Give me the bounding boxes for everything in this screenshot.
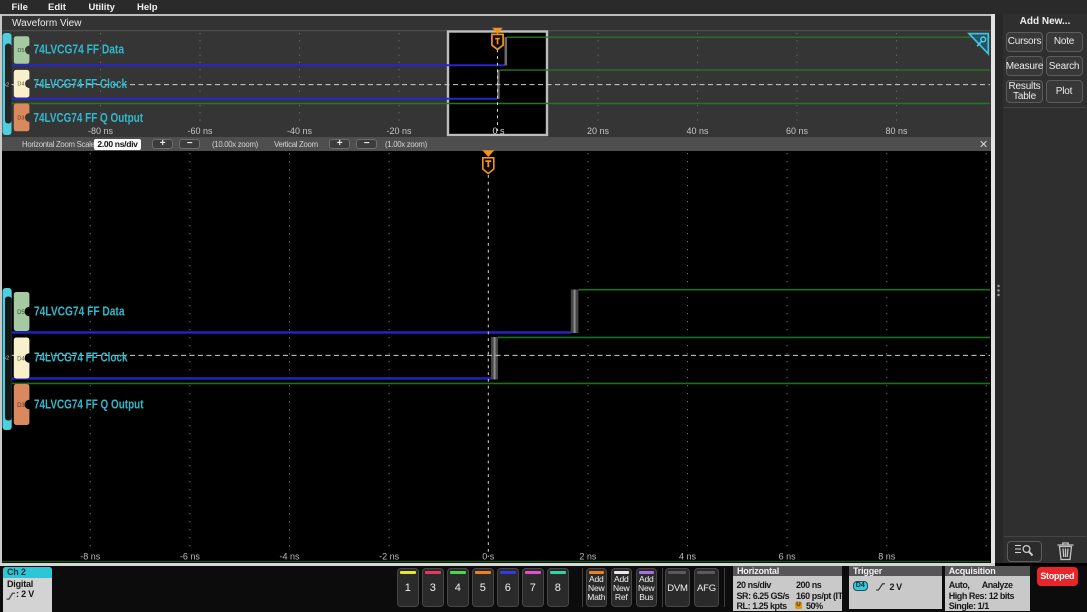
svg-text:74LVCG74 FF Q Output: 74LVCG74 FF Q Output bbox=[34, 110, 144, 125]
svg-text:‹2: ‹2 bbox=[4, 356, 9, 362]
svg-text:-2 ns: -2 ns bbox=[379, 552, 400, 562]
svg-text:20 ns: 20 ns bbox=[587, 126, 610, 136]
svg-text:60 ns: 60 ns bbox=[786, 126, 809, 136]
svg-text:-60 ns: -60 ns bbox=[187, 126, 213, 136]
svg-text:4 ns: 4 ns bbox=[679, 552, 697, 562]
svg-text:D4: D4 bbox=[17, 82, 24, 88]
svg-text:D5: D5 bbox=[17, 48, 24, 54]
svg-text:-6 ns: -6 ns bbox=[180, 552, 201, 562]
svg-text:D3: D3 bbox=[17, 403, 25, 409]
svg-text:80 ns: 80 ns bbox=[885, 126, 908, 136]
svg-text:40 ns: 40 ns bbox=[686, 126, 709, 136]
svg-text:6 ns: 6 ns bbox=[779, 552, 797, 562]
svg-text:-8 ns: -8 ns bbox=[80, 552, 101, 562]
svg-text:-80 ns: -80 ns bbox=[88, 126, 114, 136]
svg-text:2 ns: 2 ns bbox=[579, 552, 597, 562]
svg-text:74LVCG74 FF Data: 74LVCG74 FF Data bbox=[34, 304, 125, 319]
svg-text:74LVCG74 FF Q Output: 74LVCG74 FF Q Output bbox=[34, 397, 144, 412]
svg-text:8 ns: 8 ns bbox=[878, 552, 896, 562]
svg-text:D3: D3 bbox=[17, 116, 24, 122]
svg-text:D4: D4 bbox=[17, 356, 25, 362]
svg-text:-40 ns: -40 ns bbox=[287, 126, 313, 136]
svg-text:D5: D5 bbox=[17, 310, 25, 316]
svg-text:74LVCG74 FF Clock: 74LVCG74 FF Clock bbox=[34, 350, 128, 365]
svg-text:‹2: ‹2 bbox=[4, 83, 9, 89]
svg-text:74LVCG74 FF Clock: 74LVCG74 FF Clock bbox=[34, 76, 128, 91]
svg-text:0 s: 0 s bbox=[492, 126, 505, 136]
svg-text:-4 ns: -4 ns bbox=[279, 552, 300, 562]
svg-text:74LVCG74 FF Data: 74LVCG74 FF Data bbox=[34, 42, 125, 57]
svg-text:0 s: 0 s bbox=[482, 552, 495, 562]
svg-text:-20 ns: -20 ns bbox=[386, 126, 412, 136]
